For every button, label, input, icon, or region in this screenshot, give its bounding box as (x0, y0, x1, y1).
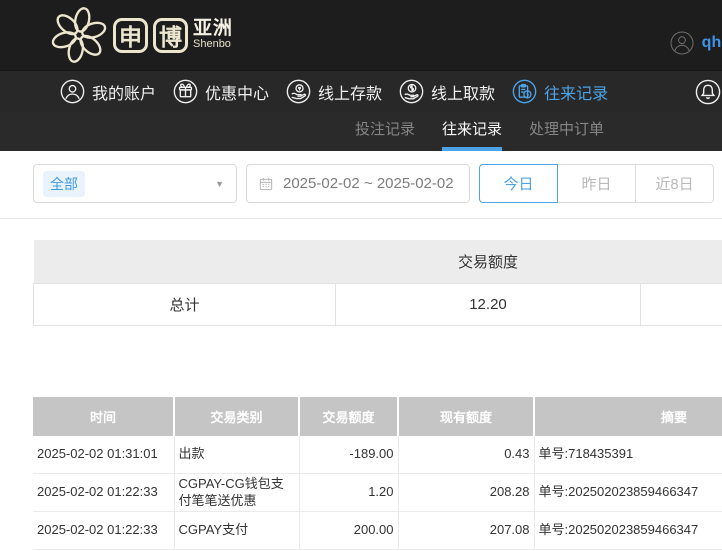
logo-char-2: 博 (159, 18, 182, 52)
summary-header-row: 交易额度 (34, 240, 722, 283)
transaction-type-select[interactable]: 全部 ▼ (33, 164, 237, 203)
tab-transaction-records[interactable]: 往来记录 (442, 112, 502, 151)
summary-table: 交易额度 总计 12.20 (33, 240, 722, 326)
tab-processing-orders[interactable]: 处理中订单 (529, 112, 604, 151)
cell-time: 2025-02-02 01:22:33 (33, 512, 174, 550)
filter-bar: 全部 ▼ 2025-02-02 ~ 2025-02-02 今日 昨日 近8日 (0, 151, 722, 219)
cell-time: 2025-02-02 01:22:33 (33, 474, 174, 512)
nav-item-notifications[interactable] (695, 79, 722, 105)
bell-icon (695, 79, 721, 105)
tab-betting-records[interactable]: 投注记录 (355, 112, 415, 151)
cell-amount: 200.00 (299, 512, 398, 550)
summary-header-empty (641, 240, 722, 283)
nav-label: 我的账户 (92, 80, 156, 104)
nav-item-my-account[interactable]: 我的账户 (60, 79, 156, 104)
nav-item-transaction-records[interactable]: 往来记录 (512, 79, 608, 104)
logo-char-box: 申 (113, 18, 148, 53)
col-header-time: 时间 (33, 397, 174, 436)
cell-balance: 0.43 (398, 436, 534, 474)
quick-range-buttons: 今日 昨日 近8日 (479, 164, 714, 203)
calendar-icon (258, 176, 274, 192)
nav-label: 线上存款 (318, 80, 382, 104)
logo-region: 亚洲 (193, 19, 233, 39)
date-range-value: 2025-02-02 ~ 2025-02-02 (283, 175, 454, 192)
col-header-summary: 摘要 (534, 397, 722, 436)
yesterday-button[interactable]: 昨日 (557, 164, 636, 203)
sub-navigation: 投注记录 往来记录 处理中订单 (0, 112, 722, 151)
summary-total-label: 总计 (34, 283, 336, 325)
cell-time: 2025-02-02 01:31:01 (33, 436, 174, 474)
date-range-picker[interactable]: 2025-02-02 ~ 2025-02-02 (246, 164, 470, 203)
col-header-type: 交易类别 (174, 397, 299, 436)
records-header-row: 时间 交易类别 交易额度 现有额度 摘要 (33, 397, 722, 436)
logo-char-box: 博 (153, 18, 188, 53)
gift-icon (173, 79, 198, 104)
withdraw-coin-icon (399, 79, 424, 104)
col-header-amount: 交易额度 (299, 397, 398, 436)
summary-total-value: 12.20 (336, 283, 641, 325)
summary-total-row: 总计 12.20 (34, 283, 722, 325)
col-header-balance: 现有额度 (398, 397, 534, 436)
logo-char-1: 申 (119, 18, 142, 52)
nav-item-promotions[interactable]: 优惠中心 (173, 79, 269, 104)
user-icon (60, 79, 85, 104)
cell-type: CGPAY-CG钱包支付笔笔送优惠 (174, 474, 299, 512)
cell-summary: 单号:202502023859466347 (534, 474, 722, 512)
selected-type-tag: 全部 (43, 171, 85, 197)
table-row: 2025-02-02 01:31:01 出款 -189.00 0.43 单号:7… (33, 436, 722, 474)
nav-label: 往来记录 (544, 80, 608, 104)
nav-label: 优惠中心 (205, 80, 269, 104)
summary-header-empty (34, 240, 336, 283)
cell-summary: 单号:718435391 (534, 436, 722, 474)
user-account[interactable]: qhh (670, 31, 722, 55)
user-avatar-icon (670, 31, 694, 55)
logo-brand-name: Shenbo (193, 39, 233, 51)
chevron-down-icon: ▼ (215, 179, 224, 189)
cell-type: CGPAY支付 (174, 512, 299, 550)
today-button[interactable]: 今日 (479, 164, 558, 203)
nav-item-deposit[interactable]: 线上存款 (286, 79, 382, 104)
summary-empty-cell (641, 283, 722, 325)
transaction-records-icon (512, 79, 537, 104)
cell-amount: 1.20 (299, 474, 398, 512)
records-table: 时间 交易类别 交易额度 现有额度 摘要 2025-02-02 01:31:01… (33, 397, 722, 551)
table-row: 2025-02-02 01:22:33 CGPAY支付 200.00 207.0… (33, 512, 722, 550)
cell-balance: 207.08 (398, 512, 534, 550)
cell-summary: 单号:202502023859466347 (534, 512, 722, 550)
cell-type: 出款 (174, 436, 299, 474)
cell-balance: 208.28 (398, 474, 534, 512)
summary-header-amount: 交易额度 (336, 240, 641, 283)
last-8-days-button[interactable]: 近8日 (635, 164, 714, 203)
cell-amount: -189.00 (299, 436, 398, 474)
username[interactable]: qhh (702, 34, 722, 52)
deposit-coin-icon (286, 79, 311, 104)
lotus-flower-icon (50, 6, 108, 64)
nav-item-withdraw[interactable]: 线上取款 (399, 79, 495, 104)
nav-label: 线上取款 (431, 80, 495, 104)
brand-logo[interactable]: 申 博 亚洲 Shenbo (50, 6, 233, 64)
table-row: 2025-02-02 01:22:33 CGPAY-CG钱包支付笔笔送优惠 1.… (33, 474, 722, 512)
main-navigation: 我的账户 优惠中心 线上存款 线上取款 (0, 70, 722, 112)
top-header: 申 博 亚洲 Shenbo qhh (0, 0, 722, 70)
